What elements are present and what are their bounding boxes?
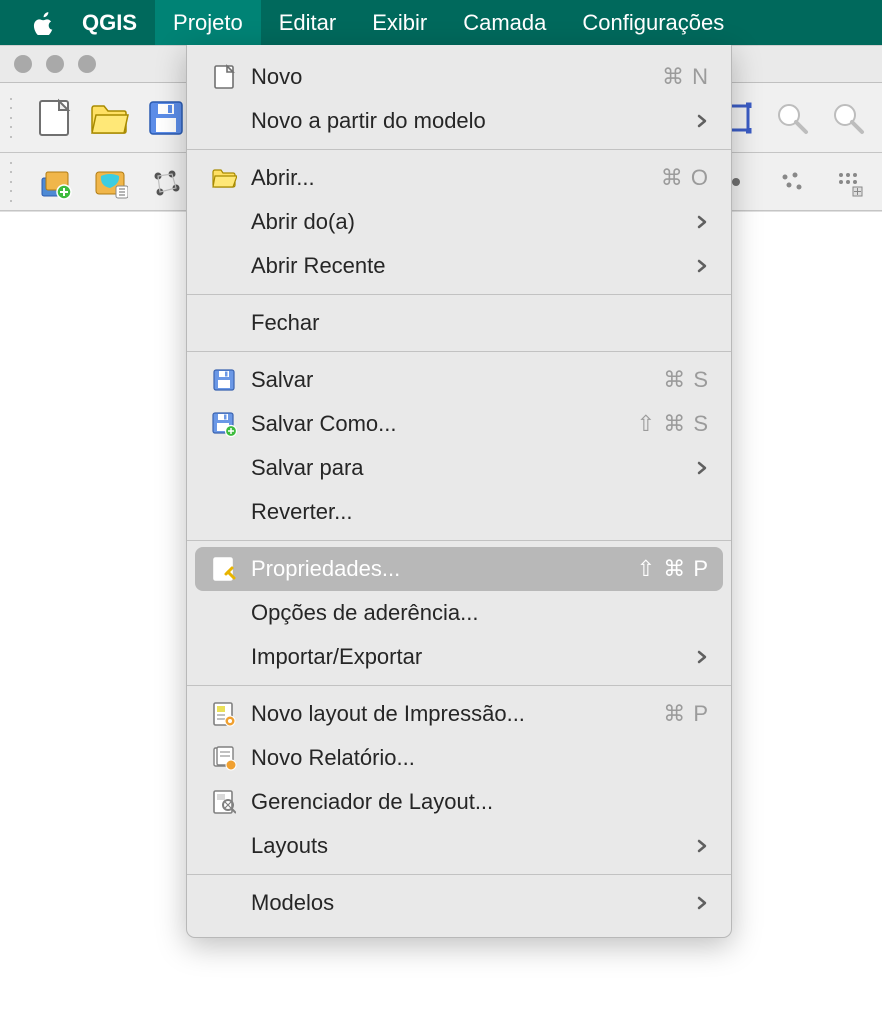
menu-separator <box>187 874 731 875</box>
menu-row-abrir[interactable]: Abrir...⌘ O <box>187 156 731 200</box>
menu-row-layouts[interactable]: Layouts <box>187 824 731 868</box>
menu-row-gerenciador-de-layout[interactable]: Gerenciador de Layout... <box>187 780 731 824</box>
layout-manager-icon <box>209 787 239 817</box>
new-file-icon <box>209 62 239 92</box>
blank-icon <box>209 453 239 483</box>
chevron-right-icon <box>679 461 709 475</box>
menu-row-reverter[interactable]: Reverter... <box>187 490 731 534</box>
chevron-right-icon <box>679 650 709 664</box>
menu-row-salvar-para[interactable]: Salvar para <box>187 446 731 490</box>
menu-item-projeto[interactable]: Projeto <box>155 0 261 45</box>
apple-logo-icon[interactable] <box>24 11 64 35</box>
toolbar-handle[interactable] <box>10 98 16 138</box>
menu-row-label: Novo <box>251 64 662 90</box>
menu-row-label: Salvar <box>251 367 663 393</box>
chevron-right-icon <box>679 896 709 910</box>
add-vector-layer-button[interactable] <box>30 158 78 206</box>
menu-row-shortcut: ⌘ S <box>663 367 709 393</box>
save-as-icon <box>209 409 239 439</box>
menu-row-novo[interactable]: Novo⌘ N <box>187 55 731 99</box>
menu-row-label: Fechar <box>251 310 709 336</box>
zoom-window-button[interactable] <box>78 55 96 73</box>
menu-row-label: Modelos <box>251 890 679 916</box>
chevron-right-icon <box>679 259 709 273</box>
zoom-in-button[interactable] <box>768 94 816 142</box>
cluster-tool-button[interactable] <box>768 158 816 206</box>
menu-row-label: Reverter... <box>251 499 709 525</box>
blank-icon <box>209 207 239 237</box>
menu-row-label: Novo layout de Impressão... <box>251 701 663 727</box>
add-raster-layer-button[interactable] <box>86 158 134 206</box>
blank-icon <box>209 831 239 861</box>
menu-row-label: Abrir Recente <box>251 253 679 279</box>
properties-icon <box>209 554 239 584</box>
menu-row-salvar-como[interactable]: Salvar Como...⇧ ⌘ S <box>187 402 731 446</box>
blank-icon <box>209 106 239 136</box>
menu-separator <box>187 351 731 352</box>
menu-row-label: Abrir do(a) <box>251 209 679 235</box>
chevron-right-icon <box>679 215 709 229</box>
blank-icon <box>209 308 239 338</box>
menu-row-op-es-de-ader-ncia[interactable]: Opções de aderência... <box>187 591 731 635</box>
blank-icon <box>209 888 239 918</box>
blank-icon <box>209 251 239 281</box>
menu-row-shortcut: ⇧ ⌘ S <box>637 411 709 437</box>
app-name: QGIS <box>64 10 155 36</box>
menu-row-label: Importar/Exportar <box>251 644 679 670</box>
menu-separator <box>187 149 731 150</box>
menu-row-salvar[interactable]: Salvar⌘ S <box>187 358 731 402</box>
minimize-window-button[interactable] <box>46 55 64 73</box>
menu-row-label: Gerenciador de Layout... <box>251 789 709 815</box>
menu-row-abrir-recente[interactable]: Abrir Recente <box>187 244 731 288</box>
menu-row-label: Novo Relatório... <box>251 745 709 771</box>
chevron-right-icon <box>679 114 709 128</box>
menu-row-modelos[interactable]: Modelos <box>187 881 731 925</box>
folder-open-icon <box>209 163 239 193</box>
menu-separator <box>187 685 731 686</box>
toolbar-handle[interactable] <box>10 162 16 202</box>
open-project-button[interactable] <box>86 94 134 142</box>
save-icon <box>209 365 239 395</box>
menu-item-camada[interactable]: Camada <box>445 0 564 45</box>
menu-row-label: Salvar Como... <box>251 411 637 437</box>
menu-row-label: Salvar para <box>251 455 679 481</box>
pattern-tool-button[interactable] <box>824 158 872 206</box>
menu-row-novo-a-partir-do-modelo[interactable]: Novo a partir do modelo <box>187 99 731 143</box>
menu-row-label: Abrir... <box>251 165 661 191</box>
menu-row-novo-relat-rio[interactable]: Novo Relatório... <box>187 736 731 780</box>
menu-row-propriedades[interactable]: Propriedades...⇧ ⌘ P <box>195 547 723 591</box>
save-project-button[interactable] <box>142 94 190 142</box>
projeto-dropdown: Novo⌘ NNovo a partir do modeloAbrir...⌘ … <box>186 45 732 938</box>
report-icon <box>209 743 239 773</box>
menu-row-label: Propriedades... <box>251 556 637 582</box>
menu-item-configuracoes[interactable]: Configurações <box>564 0 742 45</box>
menu-row-label: Opções de aderência... <box>251 600 709 626</box>
menu-row-label: Novo a partir do modelo <box>251 108 679 134</box>
blank-icon <box>209 497 239 527</box>
menu-row-shortcut: ⇧ ⌘ P <box>637 556 709 582</box>
menu-separator <box>187 294 731 295</box>
menu-row-label: Layouts <box>251 833 679 859</box>
add-point-layer-button[interactable] <box>142 158 190 206</box>
menu-row-fechar[interactable]: Fechar <box>187 301 731 345</box>
menu-row-abrir-do-a[interactable]: Abrir do(a) <box>187 200 731 244</box>
menu-item-exibir[interactable]: Exibir <box>354 0 445 45</box>
blank-icon <box>209 642 239 672</box>
menu-row-novo-layout-de-impress-o[interactable]: Novo layout de Impressão...⌘ P <box>187 692 731 736</box>
menu-separator <box>187 540 731 541</box>
menu-row-shortcut: ⌘ O <box>661 165 709 191</box>
menu-row-shortcut: ⌘ N <box>662 64 709 90</box>
menu-row-importar-exportar[interactable]: Importar/Exportar <box>187 635 731 679</box>
close-window-button[interactable] <box>14 55 32 73</box>
menu-row-shortcut: ⌘ P <box>663 701 709 727</box>
new-project-button[interactable] <box>30 94 78 142</box>
blank-icon <box>209 598 239 628</box>
print-layout-icon <box>209 699 239 729</box>
chevron-right-icon <box>679 839 709 853</box>
menubar: QGIS Projeto Editar Exibir Camada Config… <box>0 0 882 45</box>
zoom-out-button[interactable] <box>824 94 872 142</box>
menu-item-editar[interactable]: Editar <box>261 0 354 45</box>
